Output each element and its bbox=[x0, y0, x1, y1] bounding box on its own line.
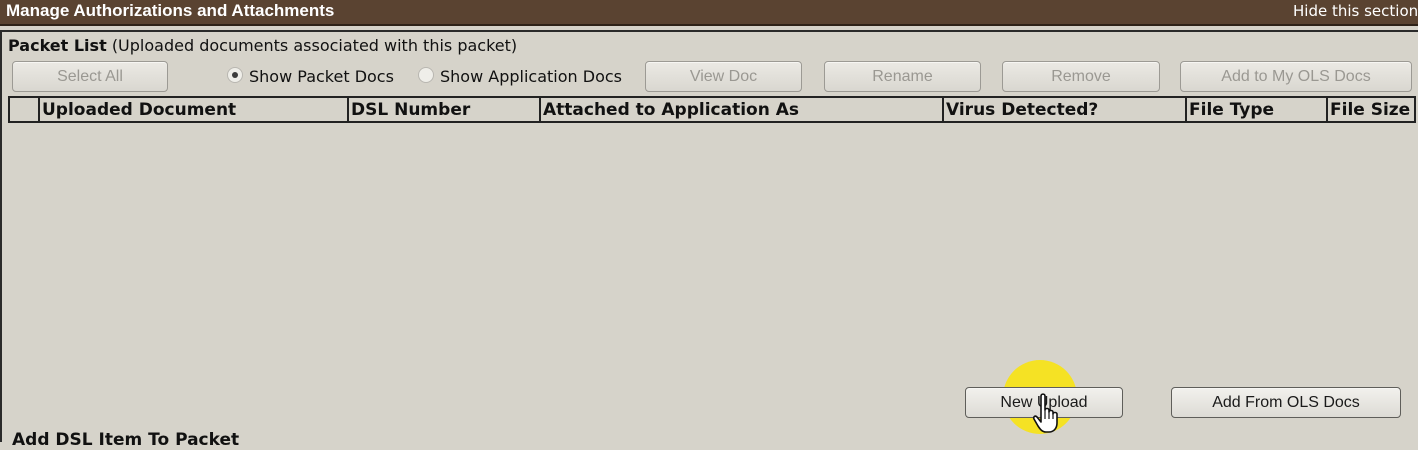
column-uploaded-document[interactable]: Uploaded Document bbox=[38, 98, 348, 121]
add-from-ols-docs-button[interactable]: Add From OLS Docs bbox=[1171, 387, 1401, 418]
radio-packet-label: Show Packet Docs bbox=[249, 67, 394, 86]
section-title: Manage Authorizations and Attachments bbox=[6, 1, 335, 20]
column-dsl-number[interactable]: DSL Number bbox=[347, 98, 540, 121]
rename-button[interactable]: Rename bbox=[824, 61, 981, 92]
packet-list-title: Packet List bbox=[8, 36, 107, 55]
column-file-size[interactable]: File Size bbox=[1326, 98, 1414, 121]
radio-application-label: Show Application Docs bbox=[440, 67, 622, 86]
hand-cursor-icon bbox=[1032, 393, 1058, 433]
radio-unchecked-icon[interactable] bbox=[418, 67, 434, 83]
select-all-button[interactable]: Select All bbox=[12, 61, 168, 92]
add-dsl-item-heading: Add DSL Item To Packet bbox=[12, 430, 240, 450]
radio-checked-icon[interactable] bbox=[227, 67, 243, 83]
add-to-my-ols-docs-button[interactable]: Add to My OLS Docs bbox=[1180, 61, 1412, 92]
packet-list-heading: Packet List (Uploaded documents associat… bbox=[8, 36, 517, 56]
radio-show-application-docs[interactable]: Show Application Docs bbox=[418, 66, 622, 88]
packet-list-subtitle: (Uploaded documents associated with this… bbox=[111, 36, 518, 55]
column-attached-as[interactable]: Attached to Application As bbox=[539, 98, 943, 121]
documents-grid-header: Uploaded Document DSL Number Attached to… bbox=[8, 96, 1416, 123]
section-header: Manage Authorizations and Attachments Hi… bbox=[0, 0, 1418, 26]
documents-grid-body bbox=[8, 123, 1416, 383]
view-doc-button[interactable]: View Doc bbox=[645, 61, 802, 92]
column-file-type[interactable]: File Type bbox=[1185, 98, 1328, 121]
hide-section-link[interactable]: Hide this section bbox=[1293, 2, 1418, 20]
column-virus-detected[interactable]: Virus Detected? bbox=[942, 98, 1187, 121]
radio-show-packet-docs[interactable]: Show Packet Docs bbox=[227, 66, 394, 88]
remove-button[interactable]: Remove bbox=[1002, 61, 1160, 92]
